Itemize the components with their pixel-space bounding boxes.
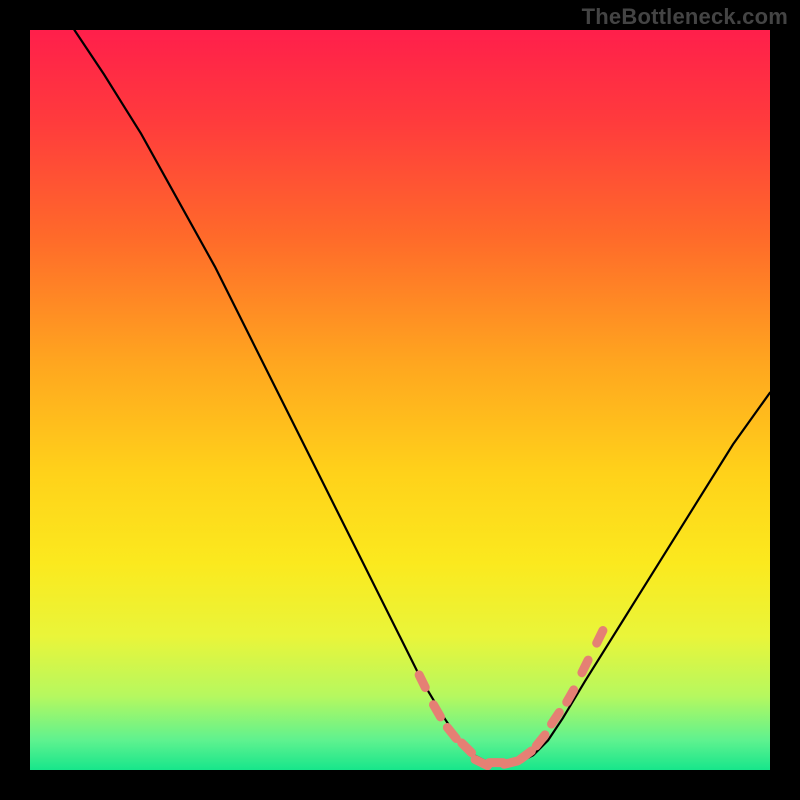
valley-marker — [434, 705, 441, 717]
valley-marker — [597, 631, 603, 644]
valley-marker — [419, 675, 425, 688]
plot-area — [30, 30, 770, 770]
valley-marker — [567, 690, 574, 702]
valley-marker — [504, 761, 518, 764]
valley-marker — [462, 743, 472, 753]
chart-frame: TheBottleneck.com — [0, 0, 800, 800]
valley-marker — [582, 660, 588, 673]
watermark-text: TheBottleneck.com — [582, 4, 788, 30]
valley-marker — [447, 728, 456, 739]
valley-marker — [552, 712, 560, 724]
chart-svg — [30, 30, 770, 770]
curve-line — [74, 30, 770, 763]
